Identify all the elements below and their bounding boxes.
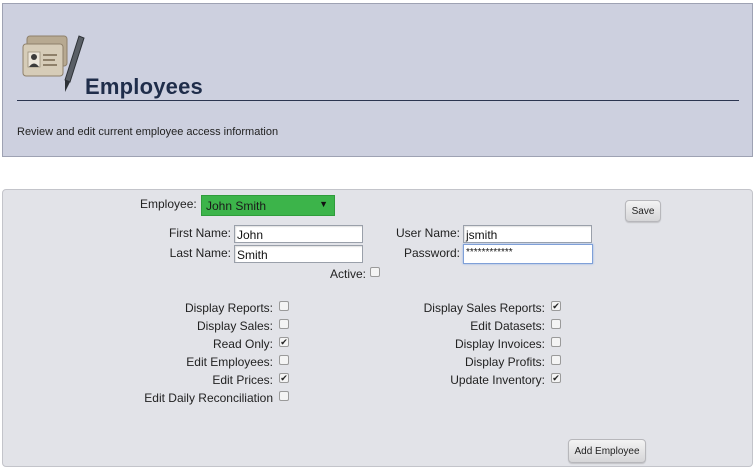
user-name-field[interactable]: jsmith xyxy=(463,225,592,243)
chevron-down-icon: ▼ xyxy=(319,199,328,209)
permission-label: Display Reports: xyxy=(184,301,273,315)
first-name-field[interactable]: John xyxy=(234,225,363,243)
permission-label: Edit Employees: xyxy=(186,355,273,369)
permission-label: Edit Datasets: xyxy=(470,319,545,333)
permission-label: Update Inventory: xyxy=(450,373,545,387)
edit-datasets-checkbox[interactable] xyxy=(551,319,561,329)
permission-label: Display Invoices: xyxy=(454,337,545,351)
active-checkbox[interactable] xyxy=(370,267,380,277)
password-field[interactable]: ************ xyxy=(463,244,593,264)
edit-employees-checkbox[interactable] xyxy=(279,355,289,365)
display-reports-checkbox[interactable] xyxy=(279,301,289,311)
employee-form-panel: Employee: John Smith ▼ Save First Name: … xyxy=(2,189,753,467)
password-label: Password: xyxy=(403,246,460,260)
employee-label: Employee: xyxy=(140,197,197,211)
title-divider xyxy=(17,100,739,101)
permission-label: Display Sales Reports: xyxy=(423,301,545,315)
first-name-label: First Name: xyxy=(168,226,231,240)
permission-label: Display Profits: xyxy=(464,355,545,369)
update-inventory-checkbox[interactable]: ✔ xyxy=(551,373,561,383)
user-name-label: User Name: xyxy=(395,226,460,240)
employee-select[interactable]: John Smith ▼ xyxy=(201,195,335,216)
permission-label: Edit Prices: xyxy=(212,373,273,387)
active-label: Active: xyxy=(330,267,367,281)
save-button[interactable]: Save xyxy=(625,200,661,222)
display-invoices-checkbox[interactable] xyxy=(551,337,561,347)
edit-daily-reconciliation-checkbox[interactable] xyxy=(279,391,289,401)
display-sales-reports-checkbox[interactable]: ✔ xyxy=(551,301,561,311)
id-cards-pen-icon xyxy=(22,35,85,92)
last-name-field[interactable]: Smith xyxy=(234,245,363,263)
display-sales-checkbox[interactable] xyxy=(279,319,289,329)
read-only-checkbox[interactable]: ✔ xyxy=(279,337,289,347)
permission-label: Edit Daily Reconciliation xyxy=(144,391,273,405)
employee-select-value: John Smith xyxy=(206,199,267,213)
last-name-label: Last Name: xyxy=(169,246,231,260)
add-employee-button[interactable]: Add Employee xyxy=(568,439,646,463)
permission-label: Read Only: xyxy=(212,337,273,351)
permission-label: Display Sales: xyxy=(196,319,273,333)
edit-prices-checkbox[interactable]: ✔ xyxy=(279,373,289,383)
display-profits-checkbox[interactable] xyxy=(551,355,561,365)
page-subtitle: Review and edit current employee access … xyxy=(17,126,279,138)
header-panel: Employees Review and edit current employ… xyxy=(2,3,753,157)
page-title: Employees xyxy=(85,74,203,99)
